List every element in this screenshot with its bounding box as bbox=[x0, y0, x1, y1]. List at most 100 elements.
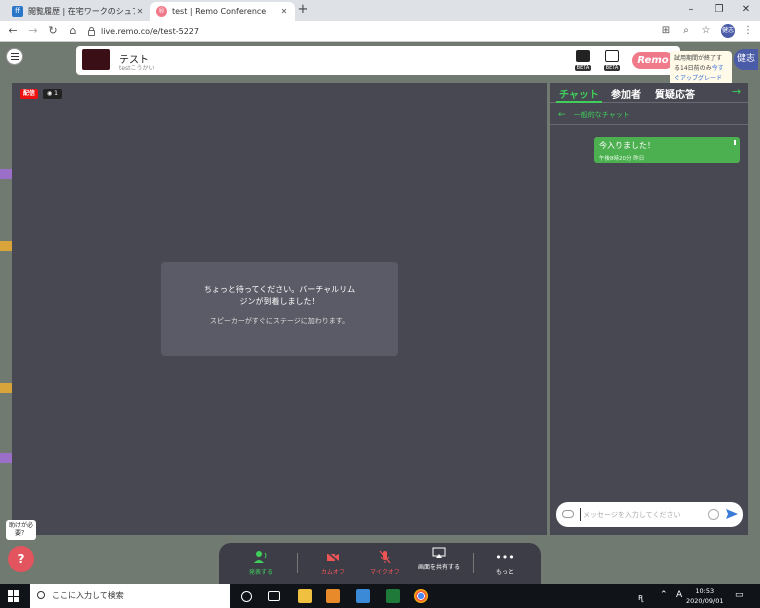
remo-page: テスト testこうかい BETA BETA Remo 試用期間が終了す る14… bbox=[0, 43, 760, 584]
search-placeholder: ここに入力して検索 bbox=[52, 591, 124, 600]
browser-tab-shufti[interactable]: ff 閲覧履歴 | 在宅ワークのシュフティ ✕ bbox=[6, 2, 151, 21]
floor-decoration bbox=[0, 383, 12, 393]
mic-off-icon bbox=[357, 550, 413, 564]
excel-icon[interactable] bbox=[386, 589, 400, 603]
taskbar-search-box[interactable]: ここに入力して検索 bbox=[30, 584, 230, 608]
message-text: 今入りました！ bbox=[599, 141, 655, 150]
more-menu-icon[interactable]: ⋮ bbox=[741, 24, 755, 38]
url-field[interactable]: live.remo.co/e/test-5227 bbox=[88, 24, 648, 39]
chat-channel-header[interactable]: ← 一般的なチャット bbox=[550, 105, 748, 125]
user-name-chip[interactable]: 健志 bbox=[734, 49, 758, 70]
file-explorer-icon[interactable] bbox=[298, 589, 312, 603]
beta-label: BETA bbox=[603, 65, 621, 71]
tab-participants[interactable]: 参加者 bbox=[611, 86, 641, 101]
channel-name: 一般的なチャット bbox=[573, 111, 630, 119]
camera-off-icon bbox=[305, 550, 361, 564]
notepad-icon bbox=[605, 50, 619, 62]
chat-tabs: チャット 参加者 質疑応答 → bbox=[550, 83, 748, 103]
beta-feature-button-1[interactable]: BETA bbox=[573, 50, 593, 71]
beta-label: BETA bbox=[574, 65, 592, 71]
pen-icon[interactable]: ꭆ bbox=[638, 590, 643, 603]
chat-input-box bbox=[556, 502, 743, 527]
event-thumbnail bbox=[82, 49, 110, 70]
control-label: カムオフ bbox=[320, 569, 345, 576]
viewer-count-badge: ◉ 1 bbox=[43, 89, 62, 99]
tray-up-arrow-icon[interactable]: ⌃ bbox=[660, 590, 668, 600]
hamburger-menu-icon[interactable] bbox=[6, 48, 23, 65]
zoom-icon[interactable]: ⌕ bbox=[679, 24, 693, 38]
window-close-button[interactable]: ✕ bbox=[732, 0, 760, 21]
waiting-subtitle: スピーカーがすぐにステージに加わります。 bbox=[209, 317, 350, 325]
clapperboard-icon bbox=[576, 50, 590, 62]
stage-area: 配信 ◉ 1 ちょっと待ってください。バーチャルリムジンが到着しました！ スピー… bbox=[12, 83, 547, 535]
stage-controls: 発表する カムオフ マイクオフ 画面を共有する ••• もっと bbox=[219, 543, 541, 584]
task-view-icon[interactable] bbox=[268, 591, 280, 601]
beta-feature-button-2[interactable]: BETA bbox=[602, 50, 622, 71]
screen-share-icon bbox=[411, 546, 467, 560]
floor-decoration bbox=[0, 241, 12, 251]
home-icon[interactable]: ⌂ bbox=[66, 24, 80, 38]
tab-title: test | Remo Conference bbox=[172, 7, 267, 16]
viewer-count: 1 bbox=[54, 90, 58, 97]
message-options-icon[interactable] bbox=[734, 140, 736, 145]
event-subtitle: testこうかい bbox=[119, 65, 155, 72]
chat-panel: チャット 参加者 質疑応答 → ← 一般的なチャット 今入りました！ 午後8時2… bbox=[550, 83, 748, 535]
share-screen-button[interactable]: 画面を共有する bbox=[411, 546, 467, 572]
control-label: もっと bbox=[495, 569, 514, 576]
tab-close-icon[interactable]: ✕ bbox=[135, 7, 145, 16]
message-time: 午後8時20分 昨日 bbox=[599, 156, 645, 162]
bookmark-star-icon[interactable]: ☆ bbox=[699, 24, 713, 38]
tab-chat[interactable]: チャット bbox=[559, 86, 599, 101]
tab-close-icon[interactable]: ✕ bbox=[279, 7, 289, 16]
chrome-icon[interactable] bbox=[414, 589, 428, 603]
translate-icon[interactable]: ⊞ bbox=[659, 24, 673, 38]
search-icon bbox=[37, 591, 45, 599]
media-player-icon[interactable] bbox=[326, 589, 340, 603]
clock-date: 2020/09/01 bbox=[686, 597, 724, 605]
back-arrow-icon[interactable]: ← bbox=[6, 24, 20, 38]
upgrade-link[interactable]: ぐアップグレード bbox=[674, 75, 722, 82]
windows-taskbar: ここに入力して検索 ꭆ ⌃ A 10:53 2020/09/01 ▭ bbox=[0, 584, 760, 608]
cortana-icon[interactable] bbox=[241, 591, 252, 602]
present-button[interactable]: 発表する bbox=[233, 550, 289, 576]
url-text: live.remo.co/e/test-5227 bbox=[101, 27, 199, 36]
control-divider bbox=[297, 553, 298, 573]
chat-message-input[interactable] bbox=[580, 508, 700, 521]
forward-arrow-icon[interactable]: → bbox=[26, 24, 40, 38]
profile-avatar[interactable]: 健志 bbox=[721, 24, 735, 38]
camera-off-button[interactable]: カムオフ bbox=[305, 550, 361, 576]
more-button[interactable]: ••• もっと bbox=[477, 550, 533, 577]
control-label: マイクオフ bbox=[370, 569, 400, 576]
send-icon[interactable] bbox=[725, 507, 739, 521]
new-tab-plus-icon[interactable]: + bbox=[296, 3, 310, 17]
browser-tab-remo[interactable]: ® test | Remo Conference ✕ bbox=[150, 2, 295, 21]
emoji-icon[interactable] bbox=[708, 509, 719, 520]
more-dots-icon: ••• bbox=[495, 550, 515, 564]
eye-icon: ◉ bbox=[47, 90, 53, 97]
notification-icon[interactable]: ▭ bbox=[735, 590, 744, 600]
attachment-icon[interactable] bbox=[562, 510, 574, 518]
window-maximize-button[interactable]: ❐ bbox=[705, 0, 733, 21]
tab-underline bbox=[556, 101, 602, 103]
tab-title: 閲覧履歴 | 在宅ワークのシュフティ bbox=[28, 7, 135, 16]
ime-indicator[interactable]: A bbox=[676, 590, 682, 600]
chat-message: 今入りました！ 午後8時20分 昨日 bbox=[594, 137, 740, 163]
help-button[interactable]: ? bbox=[8, 546, 34, 572]
taskbar-clock[interactable]: 10:53 2020/09/01 bbox=[686, 586, 723, 606]
reload-icon[interactable]: ↻ bbox=[46, 24, 60, 38]
window-minimize-button[interactable]: – bbox=[677, 0, 705, 21]
control-label: 発表する bbox=[248, 569, 273, 576]
trial-text: 試用期間が終了す bbox=[674, 55, 723, 62]
back-arrow-icon: ← bbox=[558, 110, 566, 120]
tab-scroll-arrow-icon[interactable]: → bbox=[732, 85, 741, 98]
tab-qa[interactable]: 質疑応答 bbox=[655, 86, 695, 101]
upgrade-link[interactable]: 今す bbox=[712, 65, 724, 72]
windows-start-icon[interactable] bbox=[8, 590, 20, 602]
help-bubble: 助けが必要？ bbox=[6, 520, 36, 540]
browser-tabbar: ff 閲覧履歴 | 在宅ワークのシュフティ ✕ ® test | Remo Co… bbox=[0, 0, 760, 21]
live-badge: 配信 bbox=[20, 89, 39, 99]
mic-off-button[interactable]: マイクオフ bbox=[357, 550, 413, 576]
notepad-app-icon[interactable] bbox=[356, 589, 370, 603]
waiting-message-box: ちょっと待ってください。バーチャルリムジンが到着しました！ スピーカーがすぐにス… bbox=[161, 262, 398, 356]
waiting-title: ちょっと待ってください。バーチャルリムジンが到着しました！ bbox=[203, 285, 356, 306]
